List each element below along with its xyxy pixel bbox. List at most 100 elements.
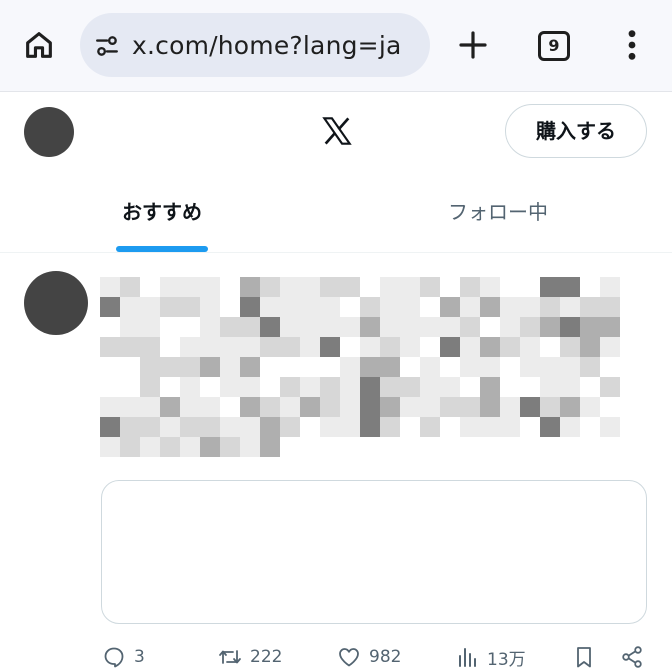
mosaic-cell — [280, 277, 300, 297]
mosaic-cell — [500, 297, 520, 317]
mosaic-cell — [200, 277, 220, 297]
mosaic-cell — [520, 357, 540, 377]
mosaic-cell — [120, 337, 140, 357]
mosaic-cell — [260, 337, 280, 357]
mosaic-cell — [580, 297, 600, 317]
mosaic-cell — [400, 317, 420, 337]
mosaic-cell — [380, 317, 400, 337]
mosaic-cell — [320, 297, 340, 317]
mosaic-cell — [180, 417, 200, 437]
mosaic-cell — [220, 377, 240, 397]
heart-icon — [339, 648, 359, 667]
mosaic-cell — [200, 417, 220, 437]
mosaic-cell — [100, 397, 120, 417]
mosaic-cell — [460, 297, 480, 317]
home-icon[interactable] — [22, 28, 56, 62]
mosaic-cell — [460, 337, 480, 357]
bookmark-button[interactable] — [572, 644, 596, 670]
share-icon — [622, 646, 642, 668]
mosaic-cell — [500, 397, 520, 417]
like-button[interactable]: 982 — [337, 644, 401, 670]
mosaic-cell — [320, 317, 340, 337]
tab-recommended[interactable]: おすすめ — [0, 176, 324, 253]
url-text[interactable]: x.com/home?lang=ja — [132, 31, 402, 60]
tab-switcher-button[interactable]: 9 — [538, 31, 570, 61]
mosaic-cell — [360, 417, 380, 437]
mosaic-cell — [540, 297, 560, 317]
mosaic-cell — [460, 397, 480, 417]
mosaic-cell — [440, 297, 460, 317]
mosaic-cell — [420, 357, 440, 377]
post-author-avatar[interactable] — [24, 271, 88, 335]
mosaic-cell — [460, 317, 480, 337]
mosaic-cell — [520, 397, 540, 417]
mosaic-cell — [480, 397, 500, 417]
mosaic-cell — [140, 357, 160, 377]
mosaic-cell — [300, 277, 320, 297]
mosaic-cell — [420, 417, 440, 437]
mosaic-cell — [140, 397, 160, 417]
more-vertical-icon[interactable] — [622, 28, 642, 62]
mosaic-cell — [220, 417, 240, 437]
tab-following[interactable]: フォロー中 — [336, 176, 660, 253]
mosaic-cell — [240, 357, 260, 377]
mosaic-cell — [340, 377, 360, 397]
mosaic-cell — [560, 297, 580, 317]
mosaic-cell — [580, 357, 600, 377]
profile-avatar[interactable] — [24, 107, 74, 157]
mosaic-cell — [560, 377, 580, 397]
bookmark-icon — [577, 647, 591, 668]
mosaic-cell — [200, 337, 220, 357]
pixelated-post-text — [100, 277, 630, 457]
plus-icon[interactable] — [457, 29, 489, 61]
mosaic-cell — [280, 297, 300, 317]
mosaic-cell — [460, 277, 480, 297]
post-media-card[interactable] — [101, 480, 647, 624]
repost-button[interactable]: 222 — [218, 644, 282, 670]
mosaic-cell — [380, 377, 400, 397]
mosaic-cell — [300, 337, 320, 357]
mosaic-cell — [120, 297, 140, 317]
mosaic-cell — [360, 337, 380, 357]
share-button[interactable] — [620, 644, 644, 670]
mosaic-cell — [220, 317, 240, 337]
mosaic-cell — [220, 437, 240, 457]
mosaic-cell — [300, 317, 320, 337]
mosaic-cell — [180, 357, 200, 377]
mosaic-cell — [120, 437, 140, 457]
mosaic-cell — [460, 417, 480, 437]
mosaic-cell — [480, 297, 500, 317]
mosaic-cell — [280, 317, 300, 337]
mosaic-cell — [160, 297, 180, 317]
mosaic-cell — [440, 337, 460, 357]
mosaic-cell — [480, 377, 500, 397]
mosaic-cell — [520, 317, 540, 337]
mosaic-cell — [260, 277, 280, 297]
mosaic-cell — [220, 337, 240, 357]
mosaic-cell — [380, 337, 400, 357]
mosaic-cell — [440, 317, 460, 337]
mosaic-cell — [520, 297, 540, 317]
mosaic-cell — [300, 377, 320, 397]
mosaic-cell — [120, 317, 140, 337]
address-bar[interactable]: x.com/home?lang=ja — [80, 13, 430, 77]
mosaic-cell — [180, 397, 200, 417]
buy-button[interactable]: 購入する — [505, 104, 647, 158]
mosaic-cell — [200, 437, 220, 457]
mosaic-cell — [160, 417, 180, 437]
mosaic-cell — [240, 317, 260, 337]
views-count: 13万 — [487, 649, 526, 670]
reply-icon — [104, 647, 124, 668]
mosaic-cell — [580, 317, 600, 337]
mosaic-cell — [340, 277, 360, 297]
mosaic-cell — [320, 337, 340, 357]
mosaic-cell — [540, 377, 560, 397]
mosaic-cell — [360, 317, 380, 337]
mosaic-cell — [600, 297, 620, 317]
tune-icon[interactable] — [94, 33, 120, 59]
mosaic-cell — [180, 377, 200, 397]
reply-button[interactable]: 3 — [102, 644, 145, 670]
views-button[interactable]: 13万 — [455, 644, 526, 670]
mosaic-cell — [320, 377, 340, 397]
x-logo[interactable] — [321, 115, 353, 147]
